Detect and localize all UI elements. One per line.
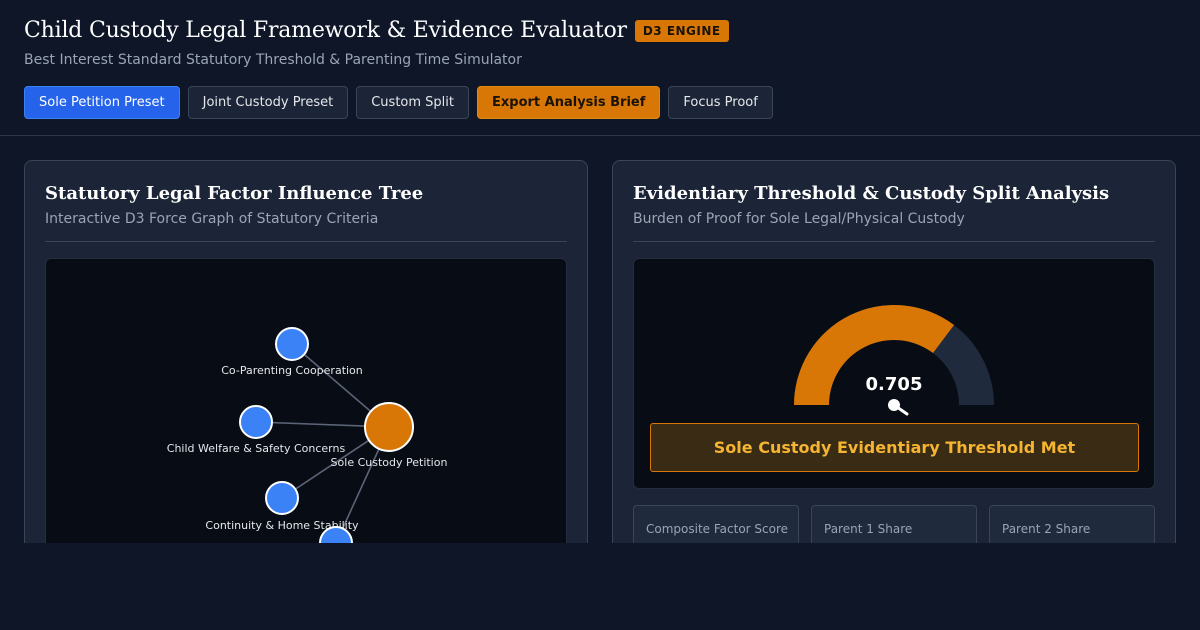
parent-2-share-card: Parent 2 Share <box>989 505 1155 543</box>
export-analysis-brief-button[interactable]: Export Analysis Brief <box>477 86 661 119</box>
page-title: Child Custody Legal Framework & Evidence… <box>24 18 627 43</box>
force-graph[interactable]: Co-Parenting Cooperation Child Welfare &… <box>45 258 567 543</box>
composite-factor-score-label: Composite Factor Score <box>646 522 789 536</box>
node-child-welfare-safety[interactable] <box>239 405 273 439</box>
gauge-value: 0.705 <box>866 374 923 395</box>
custom-split-button[interactable]: Custom Split <box>356 86 469 119</box>
parent-1-share-label: Parent 1 Share <box>824 522 913 536</box>
node-label-co-parenting-cooperation: Co-Parenting Cooperation <box>221 364 363 377</box>
focus-proof-button[interactable]: Focus Proof <box>668 86 773 119</box>
node-label-child-welfare-safety: Child Welfare & Safety Concerns <box>167 442 346 455</box>
factor-tree-title: Statutory Legal Factor Influence Tree <box>45 183 424 204</box>
threshold-analysis-subtitle: Burden of Proof for Sole Legal/Physical … <box>633 211 965 227</box>
node-continuity-home-stability[interactable] <box>265 481 299 515</box>
factor-tree-panel: Statutory Legal Factor Influence Tree In… <box>24 160 588 543</box>
joint-custody-preset-button[interactable]: Joint Custody Preset <box>187 86 349 119</box>
title-row: Child Custody Legal Framework & Evidence… <box>24 18 729 43</box>
threshold-analysis-panel: Evidentiary Threshold & Custody Split An… <box>612 160 1176 543</box>
sole-petition-preset-button[interactable]: Sole Petition Preset <box>24 86 180 119</box>
gauge-pivot <box>888 399 900 411</box>
threshold-gauge-area: 0.705 Sole Custody Evidentiary Threshold… <box>633 258 1155 489</box>
parent-2-share-label: Parent 2 Share <box>1002 522 1091 536</box>
page-subtitle: Best Interest Standard Statutory Thresho… <box>24 52 522 68</box>
threshold-analysis-title: Evidentiary Threshold & Custody Split An… <box>633 183 1110 204</box>
engine-badge: D3 ENGINE <box>634 19 729 42</box>
node-co-parenting-cooperation[interactable] <box>275 327 309 361</box>
node-label-sole-custody-petition: Sole Custody Petition <box>331 456 448 469</box>
parent-1-share-card: Parent 1 Share <box>811 505 977 543</box>
panel-divider <box>45 241 567 242</box>
toolbar: Sole Petition Preset Joint Custody Prese… <box>24 86 773 119</box>
threshold-status-banner: Sole Custody Evidentiary Threshold Met <box>650 423 1139 472</box>
main-content: Statutory Legal Factor Influence Tree In… <box>0 136 1200 543</box>
node-sole-custody-petition[interactable] <box>364 402 414 452</box>
composite-factor-score-card: Composite Factor Score <box>633 505 799 543</box>
panel-divider <box>633 241 1155 242</box>
factor-tree-subtitle: Interactive D3 Force Graph of Statutory … <box>45 211 379 227</box>
app-header: Child Custody Legal Framework & Evidence… <box>0 0 1200 136</box>
